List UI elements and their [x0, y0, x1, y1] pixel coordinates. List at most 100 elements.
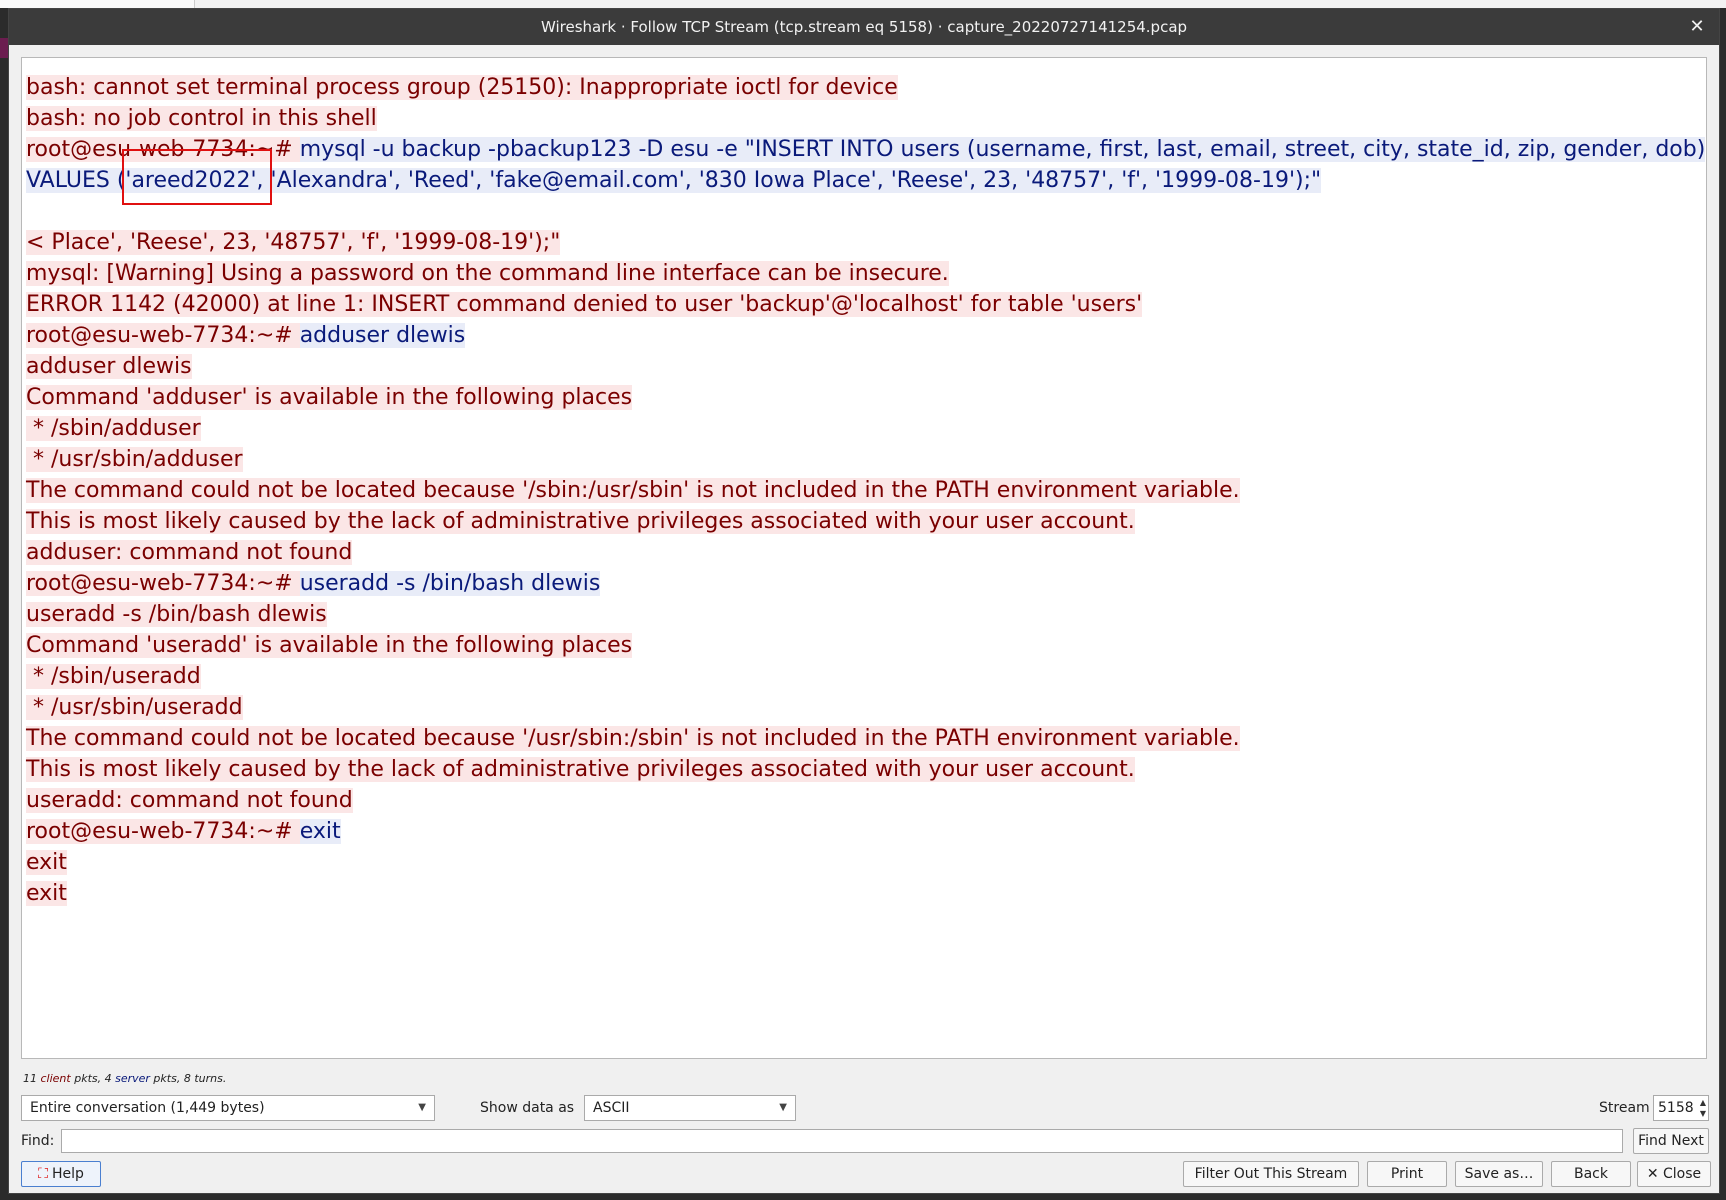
- stream-line: bash: no job control in this shell: [26, 103, 1702, 134]
- server-output-text: useradd -s /bin/bash dlewis: [26, 602, 327, 627]
- stream-number-spinbox[interactable]: 5158 ▲ ▼: [1653, 1095, 1709, 1121]
- save-as-button[interactable]: Save as…: [1455, 1161, 1543, 1187]
- stream-content[interactable]: bash: cannot set terminal process group …: [21, 57, 1707, 1059]
- stream-label: Stream: [1599, 1100, 1650, 1116]
- filter-out-stream-button[interactable]: Filter Out This Stream: [1183, 1161, 1359, 1187]
- server-output-text: * /usr/sbin/useradd: [26, 695, 243, 720]
- title-bar: Wireshark · Follow TCP Stream (tcp.strea…: [9, 9, 1719, 45]
- stream-line: root@esu-web-7734:~# adduser dlewis: [26, 320, 1702, 351]
- server-output-text: Command 'useradd' is available in the fo…: [26, 633, 633, 658]
- find-next-button[interactable]: Find Next: [1633, 1128, 1709, 1154]
- find-row: Find: Find Next: [21, 1128, 1711, 1156]
- window-title: Wireshark · Follow TCP Stream (tcp.strea…: [540, 18, 1188, 36]
- shell-prompt: root@esu-web-7734:~#: [26, 571, 300, 596]
- stream-line: < Place', 'Reese', 23, '48757', 'f', '19…: [26, 227, 1702, 258]
- server-output-text: exit: [26, 881, 67, 906]
- save-as-label: Save as…: [1464, 1166, 1534, 1182]
- shell-prompt: root@esu-web-7734:~#: [26, 137, 300, 162]
- chevron-down-icon: ▼: [779, 1102, 787, 1113]
- client-data-text: VALUES ('areed2022', 'Alexandra', 'Reed'…: [26, 168, 1322, 193]
- client-label: client: [40, 1072, 71, 1085]
- back-button[interactable]: Back: [1551, 1161, 1631, 1187]
- stream-line: * /sbin/adduser: [26, 413, 1702, 444]
- stream-line: This is most likely caused by the lack o…: [26, 506, 1702, 537]
- server-output-text: This is most likely caused by the lack o…: [26, 509, 1135, 534]
- show-data-label: Show data as: [480, 1100, 575, 1116]
- stream-number-value: 5158: [1658, 1100, 1694, 1116]
- server-output-text: exit: [26, 850, 67, 875]
- find-input[interactable]: [61, 1129, 1623, 1153]
- chevron-down-icon: ▼: [418, 1102, 426, 1113]
- stats-separator: pkts,: [70, 1072, 105, 1085]
- server-output-text: Command 'adduser' is available in the fo…: [26, 385, 633, 410]
- button-row: ⛶ Help Filter Out This Stream Print Save …: [21, 1161, 1711, 1189]
- stream-line: VALUES ('areed2022', 'Alexandra', 'Reed'…: [26, 165, 1702, 196]
- server-packet-count: 4: [104, 1072, 112, 1085]
- stream-line: useradd -s /bin/bash dlewis: [26, 599, 1702, 630]
- server-output-text: mysql: [Warning] Using a password on the…: [26, 261, 949, 286]
- stream-line: exit: [26, 847, 1702, 878]
- server-output-text: < Place', 'Reese', 23, '48757', 'f', '19…: [26, 230, 561, 255]
- client-packet-count: 11: [23, 1072, 37, 1085]
- stream-line: This is most likely caused by the lack o…: [26, 754, 1702, 785]
- desktop-tab: [0, 0, 195, 8]
- stream-line: root@esu-web-7734:~# exit: [26, 816, 1702, 847]
- close-icon: ✕: [1646, 1166, 1659, 1182]
- client-command: mysql -u backup -pbackup123 -D esu -e "I…: [299, 137, 1706, 162]
- server-label: server: [115, 1072, 150, 1085]
- filter-out-label: Filter Out This Stream: [1194, 1166, 1348, 1182]
- server-output-text: The command could not be located because…: [26, 478, 1240, 503]
- stream-line: exit: [26, 878, 1702, 909]
- conversation-select-value: Entire conversation (1,449 bytes): [30, 1100, 265, 1116]
- shell-prompt: root@esu-web-7734:~#: [26, 323, 300, 348]
- shell-prompt: root@esu-web-7734:~#: [26, 819, 300, 844]
- print-label: Print: [1390, 1166, 1424, 1182]
- stream-line: adduser dlewis: [26, 351, 1702, 382]
- stream-line: mysql: [Warning] Using a password on the…: [26, 258, 1702, 289]
- conversation-select[interactable]: Entire conversation (1,449 bytes) ▼: [21, 1095, 435, 1121]
- server-output-text: * /sbin/adduser: [26, 416, 201, 441]
- stream-line: Command 'adduser' is available in the fo…: [26, 382, 1702, 413]
- server-output-text: This is most likely caused by the lack o…: [26, 757, 1135, 782]
- follow-tcp-stream-window: Wireshark · Follow TCP Stream (tcp.strea…: [8, 8, 1720, 1194]
- find-next-label: Find Next: [1638, 1133, 1704, 1149]
- display-controls: Entire conversation (1,449 bytes) ▼ Show…: [21, 1094, 1711, 1122]
- server-output-text: The command could not be located because…: [26, 726, 1240, 751]
- stream-line: * /usr/sbin/useradd: [26, 692, 1702, 723]
- server-output-text: adduser: command not found: [26, 540, 353, 565]
- show-data-select-value: ASCII: [593, 1100, 630, 1116]
- help-button[interactable]: ⛶ Help: [21, 1161, 101, 1187]
- window-close-icon[interactable]: ✕: [1685, 15, 1709, 39]
- stream-lines: bash: cannot set terminal process group …: [26, 72, 1706, 909]
- help-icon: ⛶: [38, 1166, 48, 1182]
- find-label: Find:: [21, 1133, 55, 1149]
- stream-line: adduser: command not found: [26, 537, 1702, 568]
- packet-stats: 11 client pkts, 4 server pkts, 8 turns.: [23, 1072, 226, 1085]
- stream-line: bash: cannot set terminal process group …: [26, 72, 1702, 103]
- close-label: Close: [1663, 1166, 1702, 1182]
- stream-line: The command could not be located because…: [26, 475, 1702, 506]
- stream-line: root@esu-web-7734:~# mysql -u backup -pb…: [26, 134, 1706, 165]
- client-command: adduser dlewis: [299, 323, 466, 348]
- desktop-strip: [0, 0, 1726, 8]
- spin-arrows-icon[interactable]: ▲ ▼: [1700, 1097, 1706, 1119]
- server-output-text: * /sbin/useradd: [26, 664, 201, 689]
- server-output-text: bash: no job control in this shell: [26, 106, 377, 131]
- stream-line: useradd: command not found: [26, 785, 1702, 816]
- server-output-text: * /usr/sbin/adduser: [26, 447, 243, 472]
- stream-line: * /usr/sbin/adduser: [26, 444, 1702, 475]
- stream-line: Command 'useradd' is available in the fo…: [26, 630, 1702, 661]
- print-button[interactable]: Print: [1367, 1161, 1447, 1187]
- help-label: Help: [51, 1166, 84, 1182]
- server-output-text: adduser dlewis: [26, 354, 192, 379]
- stats-tail: pkts, 8 turns.: [149, 1072, 227, 1085]
- stream-line: ERROR 1142 (42000) at line 1: INSERT com…: [26, 289, 1702, 320]
- close-button[interactable]: ✕ Close: [1637, 1161, 1711, 1187]
- client-command: useradd -s /bin/bash dlewis: [299, 571, 601, 596]
- server-output-text: ERROR 1142 (42000) at line 1: INSERT com…: [26, 292, 1143, 317]
- stream-line: [26, 196, 1702, 227]
- server-output-text: bash: cannot set terminal process group …: [26, 75, 898, 100]
- show-data-select[interactable]: ASCII ▼: [584, 1095, 796, 1121]
- stream-line: The command could not be located because…: [26, 723, 1702, 754]
- server-output-text: useradd: command not found: [26, 788, 353, 813]
